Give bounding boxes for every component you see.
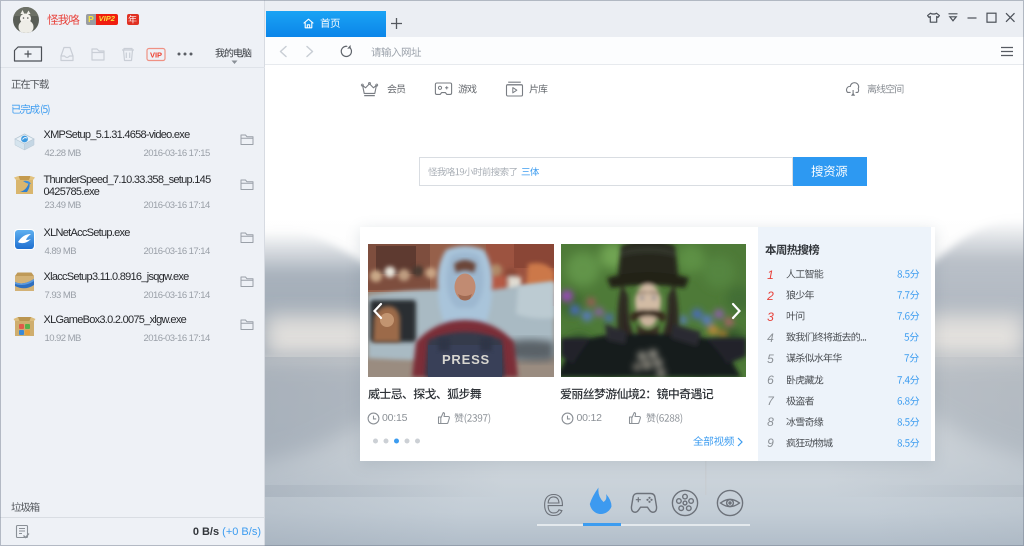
svg-text:VIP: VIP [150, 51, 162, 60]
svg-text:PRESS: PRESS [442, 352, 490, 367]
svg-text:e: e [543, 488, 564, 518]
